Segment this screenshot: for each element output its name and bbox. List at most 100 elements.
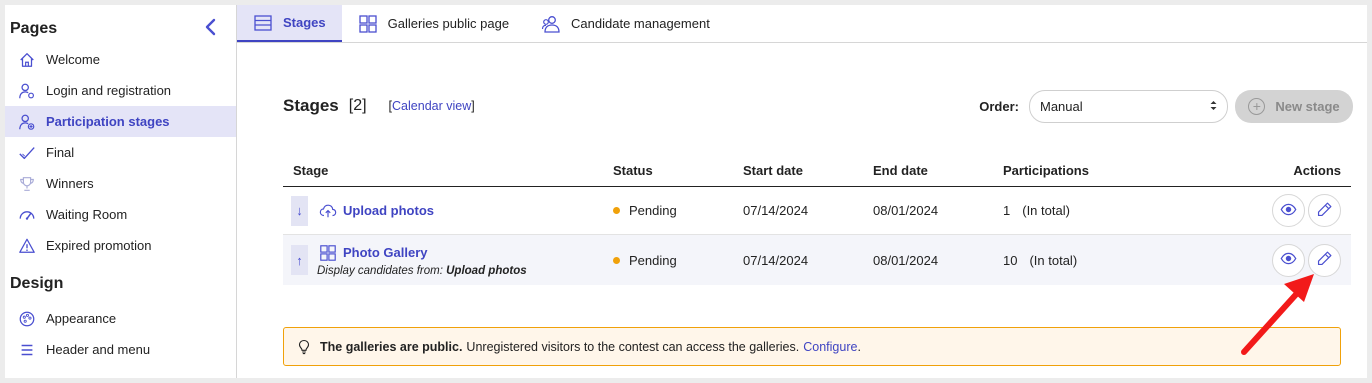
column-header-status: Status — [613, 163, 653, 178]
eye-icon — [1280, 201, 1297, 221]
column-header-end-date: End date — [873, 163, 928, 178]
new-stage-label: New stage — [1275, 98, 1340, 114]
move-down-button[interactable]: ↓ — [291, 195, 308, 226]
edit-button[interactable] — [1308, 243, 1341, 277]
cloud-upload-icon — [319, 202, 337, 220]
table-row: ↓ Upload photos Pending 07/14/2024 08/01… — [283, 187, 1351, 235]
participations-cell: 10 (In total) — [1003, 253, 1203, 268]
app-frame: Pages Welcome Login and registration Par… — [5, 5, 1367, 378]
check-icon — [17, 143, 37, 163]
sidebar-item-label: Welcome — [46, 52, 100, 67]
order-label: Order: — [979, 98, 1019, 114]
sidebar-item-label: Header and menu — [46, 342, 151, 357]
column-header-participations: Participations — [1003, 163, 1089, 178]
stage-cell: ↓ Upload photos — [283, 195, 613, 226]
sidebar-item-expired-promotion[interactable]: Expired promotion — [5, 230, 236, 261]
select-arrows-icon — [1210, 100, 1217, 113]
stages-table: Stage Status Start date End date Partici… — [283, 155, 1351, 285]
plus-circle-icon: + — [1248, 97, 1266, 115]
calendar-view-label: Calendar view — [392, 99, 472, 113]
lightbulb-icon — [296, 339, 312, 355]
stage-info: Photo Gallery Display candidates from: U… — [317, 244, 527, 277]
new-stage-button[interactable]: + New stage — [1235, 89, 1353, 123]
sidebar-item-waiting-room[interactable]: Waiting Room — [5, 199, 236, 230]
sidebar-header: Pages — [5, 5, 236, 41]
participations-cell: 1 (In total) — [1003, 203, 1203, 218]
users-icon — [541, 14, 561, 34]
sidebar-item-label: Login and registration — [46, 83, 172, 98]
menu-icon — [17, 340, 37, 360]
tab-label: Candidate management — [571, 16, 710, 31]
calendar-bracket-close: ] — [471, 99, 475, 113]
column-header-actions: Actions — [1293, 163, 1341, 178]
sidebar-item-final[interactable]: Final — [5, 137, 236, 168]
pencil-icon — [1316, 201, 1333, 221]
end-date-cell: 08/01/2024 — [873, 203, 939, 218]
tab-bar: Stages Galleries public page Candidate m… — [237, 5, 1367, 43]
tab-stages[interactable]: Stages — [237, 5, 342, 42]
view-button[interactable] — [1272, 243, 1305, 277]
table-row: ↑ Photo Gallery Display candidates from:… — [283, 235, 1351, 285]
sidebar-item-login[interactable]: Login and registration — [5, 75, 236, 106]
stages-count: [2] — [348, 97, 367, 114]
sidebar-item-label: Participation stages — [46, 114, 170, 129]
sidebar-design-title: Design — [10, 275, 64, 292]
sidebar-item-welcome[interactable]: Welcome — [5, 44, 236, 75]
sidebar: Pages Welcome Login and registration Par… — [5, 5, 237, 378]
source-prefix: Display candidates from: — [317, 264, 443, 277]
view-button[interactable] — [1272, 194, 1305, 227]
sidebar-item-header-menu[interactable]: Header and menu — [5, 334, 236, 365]
order-select[interactable]: Manual — [1029, 89, 1228, 123]
column-header-start-date: Start date — [743, 163, 803, 178]
palette-icon — [17, 309, 37, 329]
table-header: Stage Status Start date End date Partici… — [283, 155, 1351, 187]
sidebar-item-label: Waiting Room — [46, 207, 128, 222]
sidebar-item-participation-stages[interactable]: Participation stages — [5, 106, 236, 137]
grid-icon — [319, 244, 337, 262]
sidebar-item-label: Final — [46, 145, 75, 160]
grid-icon — [358, 14, 378, 34]
stages-toolbar: Stages [2] [Calendar view] Order: Manual… — [283, 89, 1353, 123]
stage-cell: ↑ Photo Gallery Display candidates from:… — [283, 244, 613, 277]
participations-count: 10 — [1003, 252, 1018, 268]
status-dot — [613, 207, 620, 214]
calendar-view-link[interactable]: [Calendar view] — [389, 99, 475, 113]
sidebar-item-label: Expired promotion — [46, 238, 152, 253]
status-cell: Pending — [613, 253, 743, 268]
status-text: Pending — [629, 203, 677, 218]
tab-galleries-public-page[interactable]: Galleries public page — [342, 5, 525, 42]
tab-candidate-management[interactable]: Candidate management — [525, 5, 726, 42]
sidebar-item-appearance[interactable]: Appearance — [5, 303, 236, 334]
stage-source-note: Display candidates from: Upload photos — [317, 265, 527, 277]
order-select-value: Manual — [1040, 98, 1083, 114]
order-control: Order: Manual + New stage — [979, 89, 1353, 123]
warning-icon — [17, 236, 37, 256]
stage-name-link[interactable]: Photo Gallery — [343, 245, 428, 260]
participations-note: (In total) — [1022, 203, 1070, 218]
actions-cell — [1203, 243, 1351, 277]
stages-title: Stages — [283, 96, 339, 115]
tab-label: Stages — [283, 15, 326, 30]
sidebar-pages-list: Welcome Login and registration Participa… — [5, 44, 236, 261]
eye-icon — [1280, 250, 1297, 270]
start-date-cell: 07/14/2024 — [743, 252, 809, 268]
user-add-icon — [17, 112, 37, 132]
status-dot — [613, 256, 620, 264]
sidebar-item-winners[interactable]: Winners — [5, 168, 236, 199]
stage-title-line: Photo Gallery — [319, 244, 527, 262]
user-settings-icon — [17, 81, 37, 101]
stage-name-link[interactable]: Upload photos — [343, 203, 434, 218]
source-stage-name: Upload photos — [446, 264, 527, 277]
chevron-left-icon[interactable] — [204, 18, 218, 40]
status-text: Pending — [629, 252, 677, 268]
notice-end: . — [857, 339, 861, 354]
trophy-icon — [17, 174, 37, 194]
configure-link[interactable]: Configure — [803, 340, 857, 354]
actions-cell — [1203, 194, 1351, 227]
notice-text: Unregistered visitors to the contest can… — [466, 339, 800, 354]
notice-bold-text: The galleries are public. — [320, 339, 463, 354]
gauge-icon — [17, 205, 37, 225]
start-date-cell: 07/14/2024 — [743, 203, 809, 218]
move-up-button[interactable]: ↑ — [291, 245, 308, 275]
edit-button[interactable] — [1308, 194, 1341, 227]
